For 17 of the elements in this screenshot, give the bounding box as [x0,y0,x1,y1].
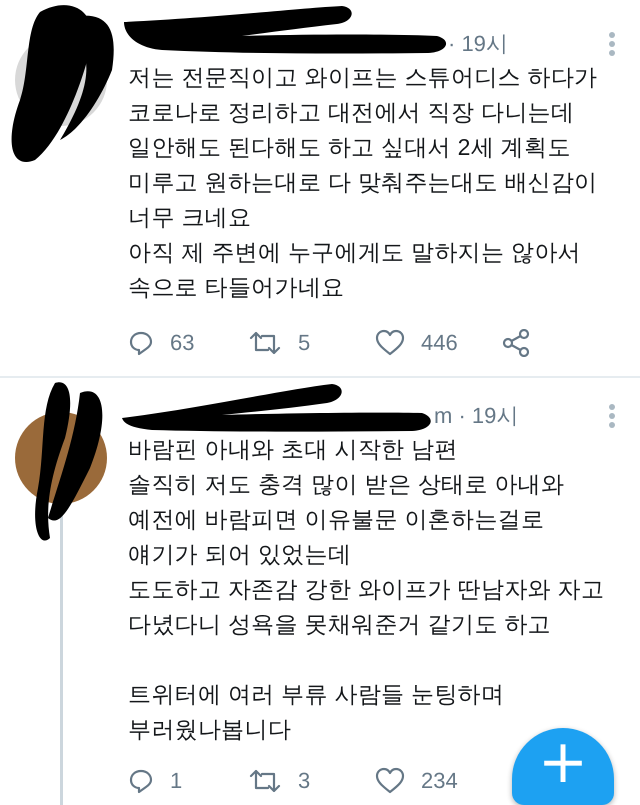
reply-icon[interactable] [128,330,154,356]
reply-icon[interactable] [128,768,154,794]
retweet-count: 3 [298,768,310,794]
tweet-time: · 19시 [448,30,508,58]
heart-icon[interactable] [375,767,405,795]
heart-icon[interactable] [375,329,405,357]
share-icon[interactable] [502,329,530,357]
retweet-icon[interactable] [248,330,282,356]
reply-count: 63 [170,330,194,356]
tweet-text: 저는 전문직이고 와이프는 스튜어디스 하다가 코로나로 정리하고 대전에서 직장 다니는데 일안해도 된다해도 하고 싶대서 2세 계획도 미루고 원하는대로 다 맞춰주는대도 배신감이 너무 크네요 아직 제 주변에 누구에게도 말하지는 않아서 속으로 타들어가네요 [128,63,598,302]
like-count: 446 [421,330,458,356]
tweet-time: m · 19시 [434,402,518,430]
compose-button[interactable]: + [512,728,614,805]
like-count: 234 [421,768,458,794]
retweet-count: 5 [298,330,310,356]
reply-count: 1 [170,768,182,794]
retweet-icon[interactable] [248,768,282,794]
